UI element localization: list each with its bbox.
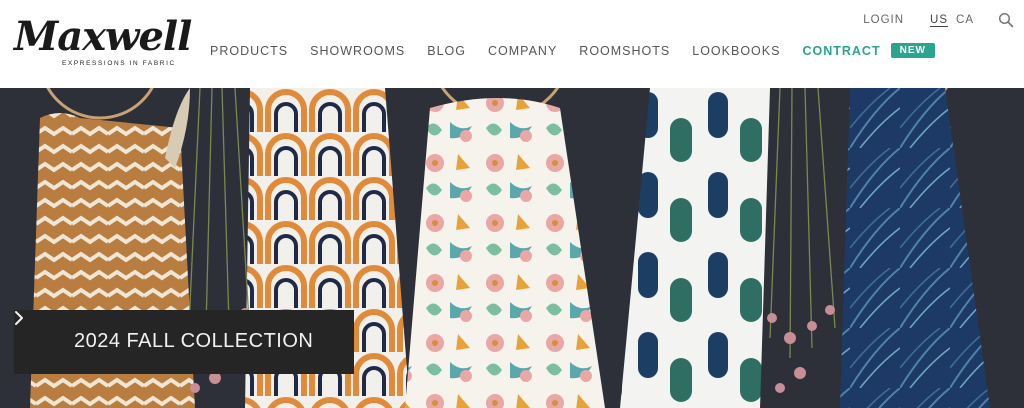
region-us-link[interactable]: US (930, 14, 948, 26)
fall-collection-button[interactable]: 2024 FALL COLLECTION (14, 310, 354, 374)
fall-collection-label: 2024 FALL COLLECTION (74, 330, 314, 352)
utility-nav: LOGIN US CA (863, 12, 1014, 28)
brand-tagline: EXPRESSIONS IN FABRIC (62, 60, 176, 67)
brand-logo-wordmark: Maxwell (14, 13, 192, 60)
new-badge: NEW (890, 43, 935, 58)
brand-logo[interactable]: Maxwell EXPRESSIONS IN FABRIC (14, 14, 192, 72)
nav-item-lookbooks[interactable]: LOOKBOOKS (692, 44, 780, 58)
search-icon[interactable] (998, 12, 1014, 28)
nav-item-products[interactable]: PRODUCTS (210, 44, 288, 58)
site-header: Maxwell EXPRESSIONS IN FABRIC PRODUCTS S… (0, 0, 1024, 88)
main-nav: PRODUCTS SHOWROOMS BLOG COMPANY ROOMSHOT… (210, 43, 935, 58)
nav-item-showrooms[interactable]: SHOWROOMS (310, 44, 405, 58)
region-ca-link[interactable]: CA (956, 14, 974, 26)
login-link[interactable]: LOGIN (863, 14, 904, 26)
chevron-right-icon (15, 311, 23, 325)
nav-item-blog[interactable]: BLOG (427, 44, 466, 58)
nav-item-company[interactable]: COMPANY (488, 44, 557, 58)
nav-item-roomshots[interactable]: ROOMSHOTS (579, 44, 670, 58)
hero-banner: 2024 FALL COLLECTION (0, 88, 1024, 408)
nav-item-contract[interactable]: CONTRACT (802, 44, 880, 58)
